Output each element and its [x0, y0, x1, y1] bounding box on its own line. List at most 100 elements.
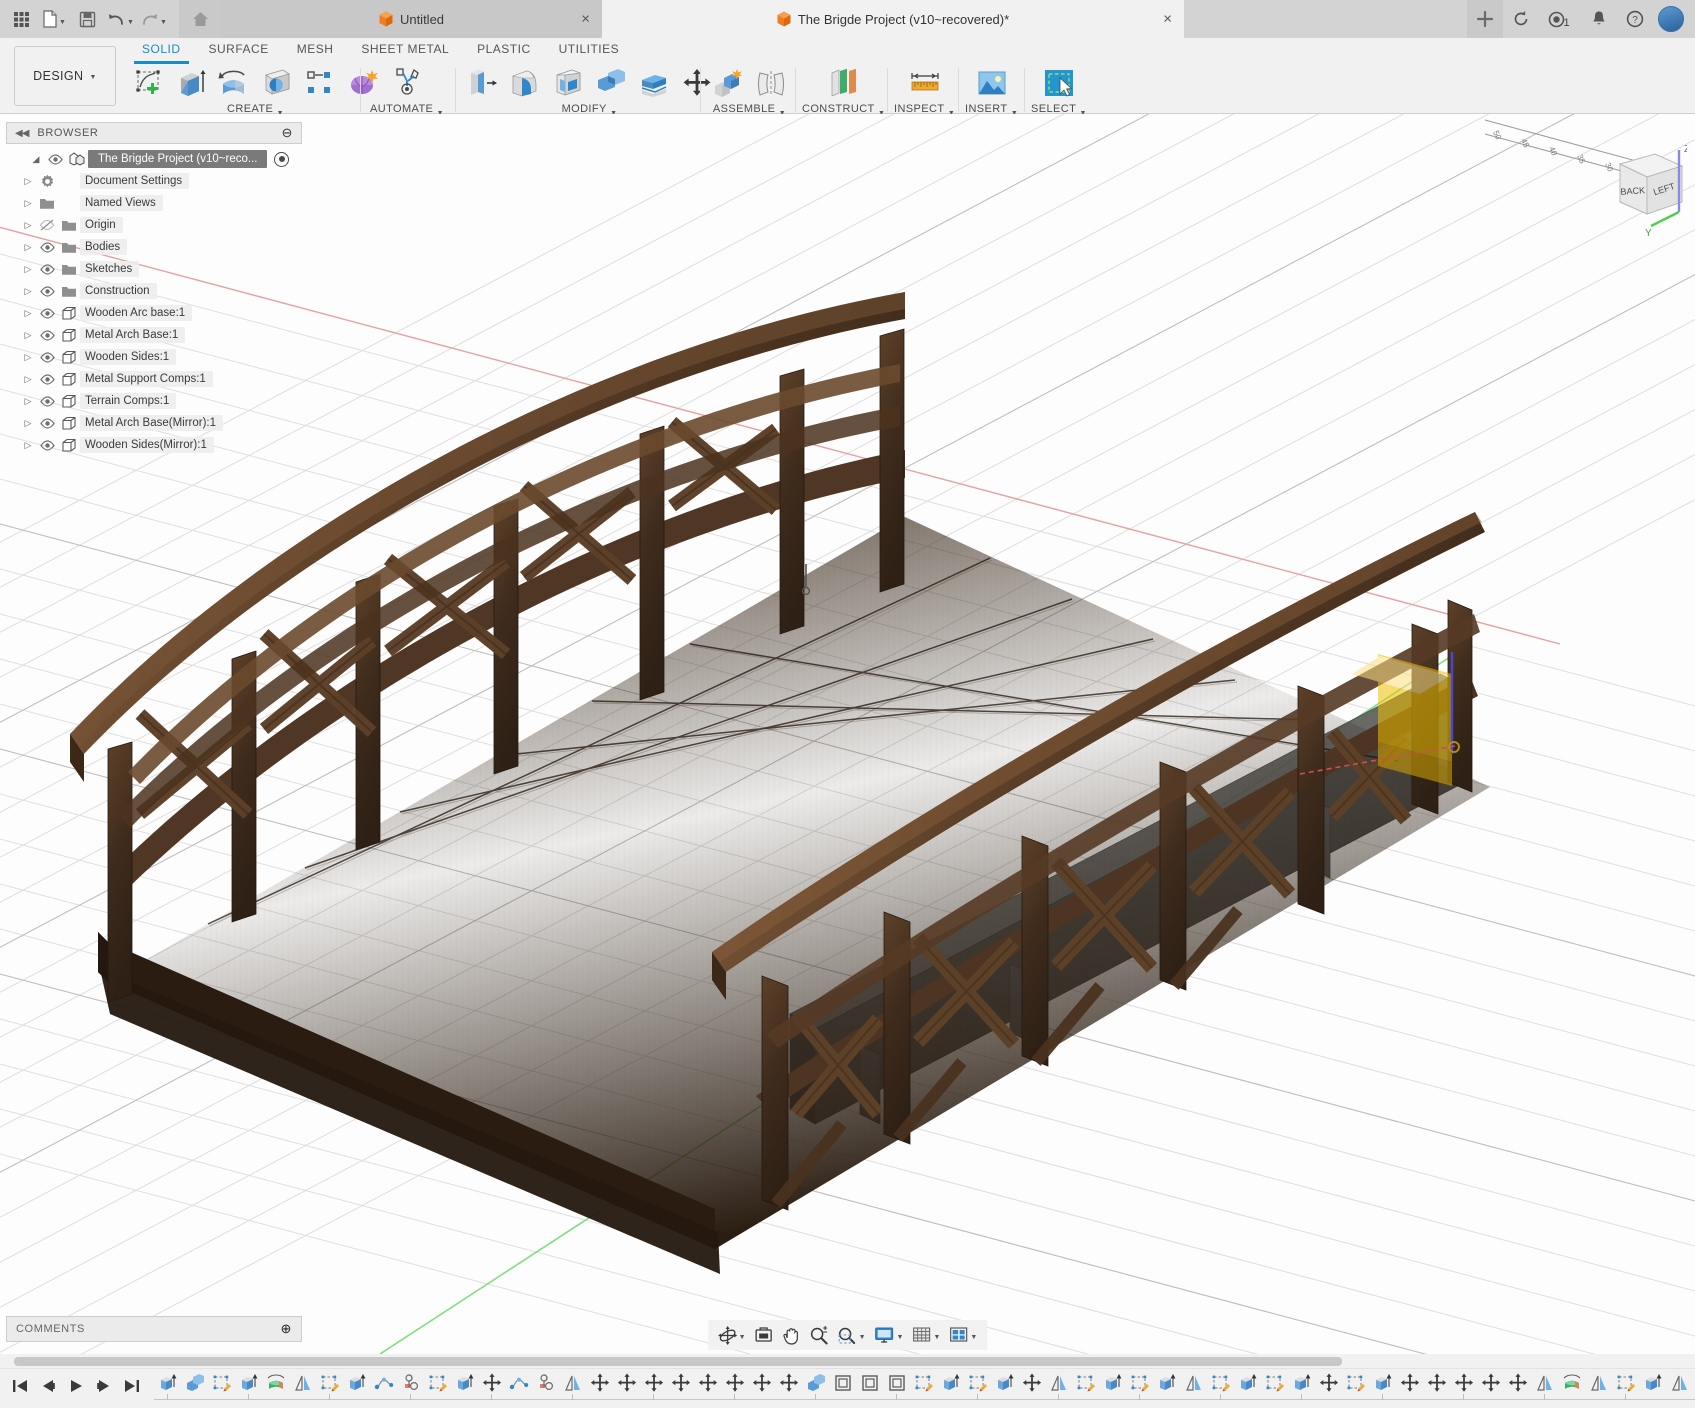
browser-item-sketches[interactable]: ▷ Sketches: [6, 258, 302, 280]
workspace-switcher[interactable]: DESIGN ▼: [14, 46, 116, 106]
timeline-feature-20[interactable]: [694, 1369, 721, 1397]
timeline-feature-18[interactable]: [640, 1369, 667, 1397]
measure-ruler-icon[interactable]: [905, 64, 945, 102]
timeline-feature-6[interactable]: [316, 1369, 343, 1397]
browser-item-document-settings[interactable]: ▷ Document Settings: [6, 170, 302, 192]
expand-arrow-icon[interactable]: ▷: [20, 176, 36, 187]
timeline-feature-40[interactable]: [1234, 1369, 1261, 1397]
timeline-feature-30[interactable]: [964, 1369, 991, 1397]
redo-button[interactable]: ▼: [138, 4, 169, 34]
timeline-feature-48[interactable]: [1450, 1369, 1477, 1397]
timeline-feature-56[interactable]: [1666, 1369, 1693, 1397]
timeline-feature-27[interactable]: [883, 1369, 910, 1397]
expand-arrow-icon[interactable]: ▷: [20, 286, 36, 297]
3d-viewport[interactable]: ◀◀ BROWSER ⊖ ◢ The: [0, 114, 1695, 1354]
save-button[interactable]: [72, 4, 103, 34]
grid-icon[interactable]: ▼: [908, 1321, 944, 1349]
timeline-feature-52[interactable]: [1558, 1369, 1585, 1397]
expand-arrow-icon[interactable]: ▷: [20, 242, 36, 253]
expand-arrow-icon[interactable]: ◢: [28, 154, 44, 165]
timeline-feature-31[interactable]: [991, 1369, 1018, 1397]
browser-item-metal-arch-base[interactable]: ▷ Metal Arch Base:1: [6, 324, 302, 346]
expand-arrow-icon[interactable]: ▷: [20, 440, 36, 451]
timeline-feature-1[interactable]: [181, 1369, 208, 1397]
timeline-feature-8[interactable]: [370, 1369, 397, 1397]
timeline-step-forward[interactable]: [92, 1371, 116, 1401]
viewports-icon[interactable]: ▼: [945, 1321, 981, 1349]
insert-image-icon[interactable]: [972, 64, 1012, 102]
tab-surface[interactable]: SURFACE: [195, 40, 283, 62]
timeline-feature-50[interactable]: [1504, 1369, 1531, 1397]
zoom-magnifier-icon[interactable]: [806, 1321, 833, 1349]
timeline-feature-14[interactable]: [532, 1369, 559, 1397]
timeline-feature-32[interactable]: [1018, 1369, 1045, 1397]
press-pull-icon[interactable]: [462, 64, 502, 102]
notifications-button[interactable]: [1581, 0, 1617, 38]
timeline-feature-24[interactable]: [802, 1369, 829, 1397]
combine-icon[interactable]: [591, 64, 631, 102]
expand-arrow-icon[interactable]: ▷: [20, 374, 36, 385]
timeline-feature-42[interactable]: [1288, 1369, 1315, 1397]
timeline-feature-19[interactable]: [667, 1369, 694, 1397]
browser-item-metal-support-comps[interactable]: ▷ Metal Support Comps:1: [6, 368, 302, 390]
eye-icon[interactable]: [36, 352, 58, 363]
browser-item-terrain-comps[interactable]: ▷ Terrain Comps:1: [6, 390, 302, 412]
timeline-feature-44[interactable]: [1342, 1369, 1369, 1397]
timeline-feature-35[interactable]: [1099, 1369, 1126, 1397]
offset-plane-icon[interactable]: [824, 64, 864, 102]
browser-item-wooden-sides-mirror[interactable]: ▷ Wooden Sides(Mirror):1: [6, 434, 302, 456]
eye-icon[interactable]: [36, 242, 58, 253]
chevron-down-icon[interactable]: ▼: [859, 1334, 866, 1341]
timeline-feature-23[interactable]: [775, 1369, 802, 1397]
extrude-icon[interactable]: [171, 64, 211, 102]
chevron-down-icon[interactable]: ▼: [933, 1334, 940, 1341]
timeline-feature-54[interactable]: [1612, 1369, 1639, 1397]
eye-icon[interactable]: [36, 374, 58, 385]
timeline-feature-46[interactable]: [1396, 1369, 1423, 1397]
timeline-step-back[interactable]: [36, 1371, 60, 1401]
eye-icon[interactable]: [36, 286, 58, 297]
timeline-feature-22[interactable]: [748, 1369, 775, 1397]
eye-icon[interactable]: [44, 154, 66, 165]
timeline-feature-7[interactable]: [343, 1369, 370, 1397]
tab-bridge-project[interactable]: The Brigde Project (v10~recovered)* ×: [602, 0, 1184, 38]
eye-icon[interactable]: [36, 330, 58, 341]
expand-arrow-icon[interactable]: ▷: [20, 264, 36, 275]
timeline-feature-43[interactable]: [1315, 1369, 1342, 1397]
expand-arrow-icon[interactable]: ▷: [20, 198, 36, 209]
expand-arrow-icon[interactable]: ▷: [20, 418, 36, 429]
expand-arrow-icon[interactable]: ▷: [20, 396, 36, 407]
timeline-feature-16[interactable]: [586, 1369, 613, 1397]
eye-icon[interactable]: [36, 264, 58, 275]
eye-icon[interactable]: [36, 418, 58, 429]
timeline-feature-0[interactable]: [154, 1369, 181, 1397]
timeline-feature-11[interactable]: [451, 1369, 478, 1397]
scrollbar-thumb[interactable]: [14, 1357, 1342, 1366]
shell-icon[interactable]: [548, 64, 588, 102]
orbit-button[interactable]: ▼: [714, 1321, 750, 1349]
browser-item-origin[interactable]: ▷ Origin: [6, 214, 302, 236]
timeline-feature-15[interactable]: [559, 1369, 586, 1397]
eye-hidden-icon[interactable]: [36, 219, 58, 231]
undo-button[interactable]: ▼: [105, 4, 136, 34]
timeline-feature-26[interactable]: [856, 1369, 883, 1397]
timeline-feature-10[interactable]: [424, 1369, 451, 1397]
timeline-go-end[interactable]: [120, 1371, 144, 1401]
browser-item-construction[interactable]: ▷ Construction: [6, 280, 302, 302]
eye-icon[interactable]: [36, 440, 58, 451]
minus-circle-icon[interactable]: ⊖: [282, 125, 294, 141]
timeline-feature-3[interactable]: [235, 1369, 262, 1397]
timeline-feature-47[interactable]: [1423, 1369, 1450, 1397]
expand-arrow-icon[interactable]: ▷: [20, 220, 36, 231]
browser-item-bodies[interactable]: ▷ Bodies: [6, 236, 302, 258]
timeline-feature-12[interactable]: [478, 1369, 505, 1397]
close-icon[interactable]: ×: [1163, 12, 1172, 27]
revolve-icon[interactable]: [214, 64, 254, 102]
pan-hand-icon[interactable]: [779, 1321, 805, 1349]
collapse-left-icon[interactable]: ◀◀: [15, 128, 28, 139]
timeline-feature-53[interactable]: [1585, 1369, 1612, 1397]
chevron-down-icon[interactable]: ▼: [970, 1334, 977, 1341]
refresh-button[interactable]: [1503, 0, 1539, 38]
split-face-icon[interactable]: [634, 64, 674, 102]
eye-icon[interactable]: [36, 308, 58, 319]
